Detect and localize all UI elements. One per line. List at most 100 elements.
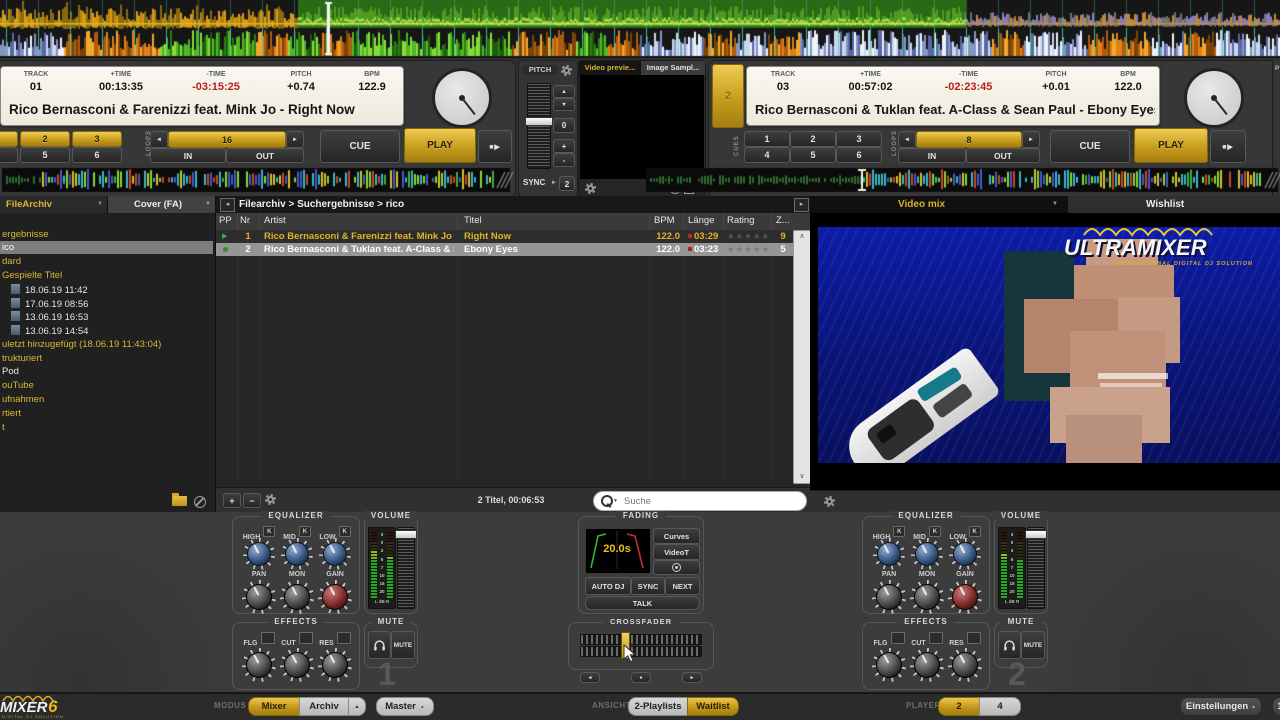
eq-low-knob[interactable] <box>319 538 351 570</box>
tab-video-preview[interactable]: Video previe... <box>579 61 641 75</box>
sidebar-item-date-1[interactable]: 18.06.19 11:42 <box>10 283 88 296</box>
loop-in-button[interactable]: IN <box>898 148 966 163</box>
stop-button[interactable]: ■▶ <box>478 130 512 163</box>
headphone-button[interactable] <box>998 631 1021 659</box>
volume-fader-track[interactable] <box>397 527 415 609</box>
remove-button[interactable]: − <box>243 493 261 508</box>
nav-forward-button[interactable]: ▸ <box>794 198 809 212</box>
scroll-up-icon[interactable]: ∧ <box>794 232 810 242</box>
cue-button-2[interactable]: 2 <box>790 131 836 147</box>
master-waveform[interactable] <box>0 0 1280 58</box>
table-row[interactable]: ▶ 1 Rico Bernasconi & Farenizzi feat. Mi… <box>216 230 793 243</box>
sidebar-item-gespielte-titel[interactable]: Gespielte Titel <box>2 269 62 282</box>
videomix-settings-gear-icon[interactable] <box>824 496 835 507</box>
column-z[interactable]: Z... <box>776 213 790 229</box>
pitch-minus-button[interactable]: - <box>553 153 575 167</box>
search-box[interactable]: ▼ <box>593 491 807 511</box>
flg-toggle[interactable] <box>891 632 905 644</box>
pitch-up-button[interactable]: ▲ <box>553 85 575 98</box>
crossfader-left-button[interactable]: ◄ <box>580 672 600 683</box>
headphone-button[interactable] <box>368 631 391 659</box>
tab-image-sampler[interactable]: Image Sampl... <box>641 61 705 75</box>
settings-button[interactable]: Einstellungen ▲ <box>1180 697 1262 716</box>
eq-mid-kill-button[interactable]: K <box>299 526 311 537</box>
add-button[interactable]: + <box>223 493 241 508</box>
tab-cover[interactable]: Cover (FA) ▼ <box>108 196 215 213</box>
pitch-zero-button[interactable]: 0 <box>553 118 575 133</box>
cut-toggle[interactable] <box>299 632 313 644</box>
pitch-settings-gear-icon[interactable] <box>561 65 572 76</box>
eq-high-knob[interactable] <box>873 538 905 570</box>
nav-back-button[interactable]: ◂ <box>220 198 235 212</box>
waitlist-view-button[interactable]: Waitlist <box>687 697 739 716</box>
sidebar-item-rico-highlight[interactable]: ico <box>0 241 213 254</box>
volume-fader-handle[interactable] <box>395 530 417 539</box>
pitch-plus-button[interactable]: + <box>553 139 575 153</box>
res-toggle[interactable] <box>967 632 981 644</box>
flg-toggle[interactable] <box>261 632 275 644</box>
flg-knob[interactable] <box>242 648 276 682</box>
eq-mid-knob[interactable] <box>281 538 313 570</box>
disable-icon[interactable] <box>194 496 206 508</box>
cue-button-3[interactable]: 3 <box>72 131 122 147</box>
cue-button-1[interactable]: 1 <box>744 131 790 147</box>
sidebar-item-youtube[interactable]: ouTube <box>2 379 34 392</box>
eq-high-knob[interactable] <box>243 538 275 570</box>
pitch-fader-track[interactable] <box>527 83 551 169</box>
loop-increase-button[interactable]: ► <box>1022 131 1040 148</box>
volume-fader-handle[interactable] <box>1025 530 1047 539</box>
search-input[interactable] <box>622 493 802 509</box>
sidebar-item-sortiert[interactable]: rtiert <box>2 407 21 420</box>
play-button[interactable]: PLAY <box>404 128 476 163</box>
mon-knob[interactable] <box>280 580 314 614</box>
res-toggle[interactable] <box>337 632 351 644</box>
cue-button-6[interactable]: 6 <box>72 147 122 163</box>
crossfader-track-bottom[interactable] <box>580 646 702 657</box>
table-row-selected[interactable]: 2 Rico Bernasconi & Tuklan feat. A-Class… <box>216 243 793 256</box>
cue-button-5[interactable]: 5 <box>790 147 836 163</box>
column-pp[interactable]: PP <box>219 213 232 229</box>
player-2-button[interactable]: 2 <box>938 697 980 716</box>
cue-button-2[interactable]: 2 <box>20 131 70 147</box>
playlists-view-button[interactable]: 2-Playlists <box>628 697 688 716</box>
eq-low-knob[interactable] <box>949 538 981 570</box>
volume-fader-track[interactable] <box>1027 527 1045 609</box>
sidebar-item-date-2[interactable]: 17.06.19 08:56 <box>10 297 88 310</box>
eq-low-kill-button[interactable]: K <box>969 526 981 537</box>
crossfader-center-button[interactable]: ● <box>631 672 651 683</box>
eq-high-kill-button[interactable]: K <box>263 526 275 537</box>
next-button[interactable]: NEXT <box>665 577 700 595</box>
talk-button[interactable]: TALK <box>585 596 700 610</box>
cue-button-5[interactable]: 5 <box>20 147 70 163</box>
sync-button[interactable]: SYNC <box>631 577 665 595</box>
tab-filearchiv[interactable]: FileArchiv ▼ <box>0 196 108 213</box>
jog-wheel[interactable] <box>432 68 492 128</box>
loop-increase-button[interactable]: ► <box>286 131 304 148</box>
column-titel[interactable]: Titel <box>464 213 482 229</box>
column-artist[interactable]: Artist <box>264 213 286 229</box>
pan-knob[interactable] <box>872 580 906 614</box>
loop-in-button[interactable]: IN <box>150 148 226 163</box>
scroll-down-icon[interactable]: ∨ <box>794 472 810 482</box>
eq-mid-kill-button[interactable]: K <box>929 526 941 537</box>
cue-button-3[interactable]: 3 <box>836 131 882 147</box>
deck-waveform-strips[interactable] <box>0 166 1280 194</box>
eq-mid-knob[interactable] <box>911 538 943 570</box>
tab-wishlist[interactable]: Wishlist <box>1068 196 1280 213</box>
mon-knob[interactable] <box>910 580 944 614</box>
sidebar-item-zuletzt[interactable]: uletzt hinzugefügt (18.06.19 11:43:04) <box>2 338 161 351</box>
mode-up-arrow-button[interactable]: ▲ <box>348 697 366 716</box>
column-laenge[interactable]: Länge <box>688 213 714 229</box>
archiv-mode-button[interactable]: Archiv <box>299 697 349 716</box>
res-knob[interactable] <box>948 648 982 682</box>
master-button[interactable]: Master ▲ <box>376 697 434 716</box>
pitch-fader-handle[interactable] <box>525 117 553 126</box>
sidebar-item-aufnahmen[interactable]: ufnahmen <box>2 393 44 406</box>
loop-length-button[interactable]: 8 <box>916 131 1022 148</box>
gain-knob[interactable] <box>318 580 352 614</box>
res-knob[interactable] <box>318 648 352 682</box>
mixer-mode-button[interactable]: Mixer <box>248 697 300 716</box>
sidebar-item-suchergebnisse[interactable]: ergebnisse <box>2 228 48 241</box>
eq-high-kill-button[interactable]: K <box>893 526 905 537</box>
loop-length-button[interactable]: 16 <box>168 131 286 148</box>
